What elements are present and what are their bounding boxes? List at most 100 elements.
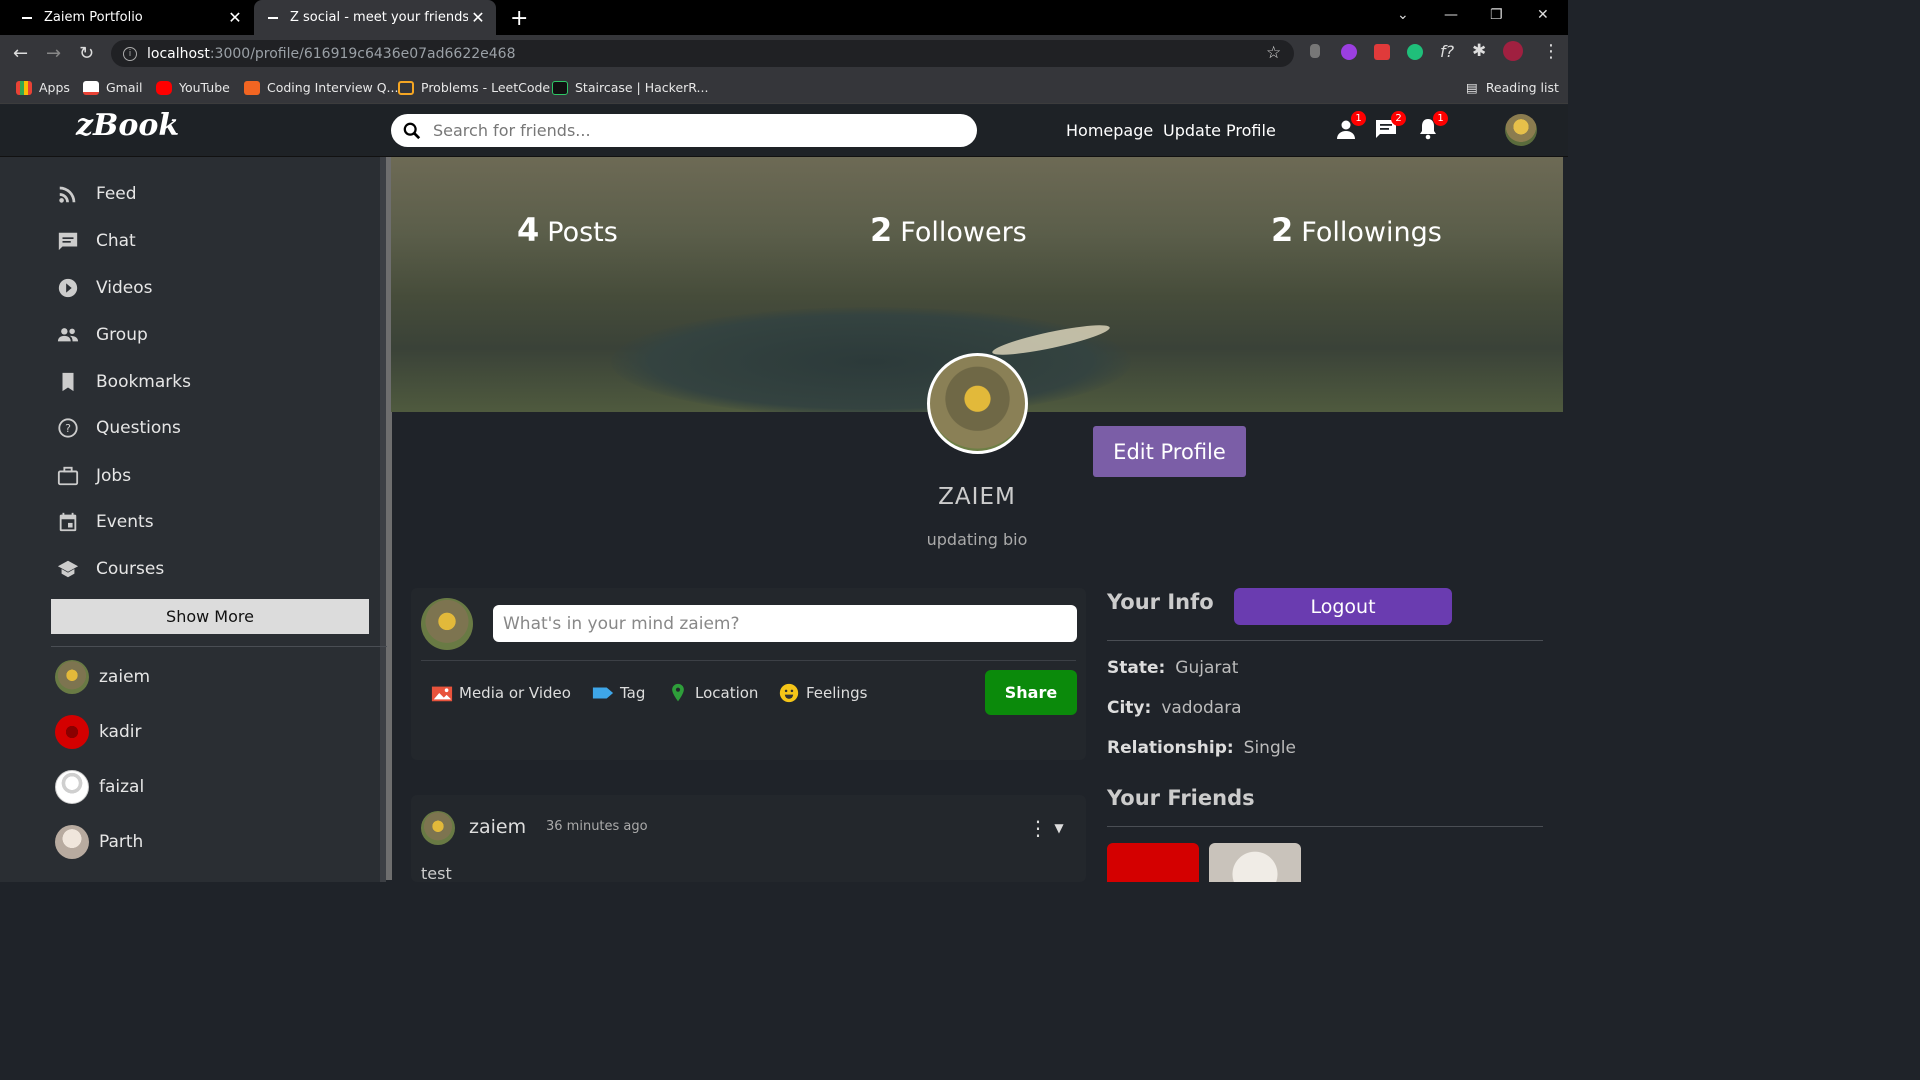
sidebar-item-events[interactable]: Events (57, 507, 154, 537)
friend-item-parth[interactable]: Parth (55, 825, 143, 859)
school-icon (57, 560, 79, 578)
site-info-icon[interactable]: i (123, 46, 137, 61)
gmail-icon (83, 80, 99, 95)
search-input[interactable] (431, 120, 951, 141)
sidebar-item-label: Feed (96, 184, 137, 204)
location-option[interactable]: Location (667, 681, 758, 705)
posts-number: 4 (517, 211, 540, 249)
bookmarks-bar: Apps Gmail YouTube Coding Interview Q...… (0, 71, 1568, 104)
post-avatar[interactable] (421, 811, 455, 845)
close-tab-icon[interactable]: ✕ (225, 8, 245, 27)
posts-count[interactable]: 4 Posts (517, 211, 618, 249)
extensions-puzzle-icon[interactable]: ✱ (1472, 41, 1486, 61)
profile-icon[interactable] (1503, 41, 1523, 61)
minimize-icon[interactable]: — (1444, 7, 1458, 23)
bookmark-coding-interview[interactable]: Coding Interview Q... (244, 71, 398, 104)
nav-homepage[interactable]: Homepage (1066, 121, 1153, 140)
messages-badge: 2 (1391, 111, 1406, 126)
media-option[interactable]: Media or Video (431, 681, 571, 705)
followers-count[interactable]: 2 Followers (870, 211, 1027, 249)
menu-icon[interactable]: ⋮ (1542, 41, 1560, 62)
composer-avatar (421, 598, 473, 650)
show-more-button[interactable]: Show More (51, 599, 369, 634)
friend-requests-button[interactable]: 1 (1334, 111, 1366, 143)
sidebar-item-chat[interactable]: Chat (57, 226, 136, 256)
friend-item-kadir[interactable]: kadir (55, 715, 141, 749)
url-host: localhost (147, 45, 210, 62)
address-bar[interactable]: i localhost :3000/profile/616919c6436e07… (111, 40, 1294, 67)
sidebar-item-questions[interactable]: ? Questions (57, 413, 181, 443)
hackerrank-icon (552, 80, 568, 95)
search-bar[interactable] (391, 114, 977, 147)
post-options-icon[interactable]: ⋮ ▼ (1028, 816, 1064, 840)
youtube-icon (156, 80, 172, 95)
new-tab-icon[interactable]: + (510, 6, 528, 31)
bookmark-gmail[interactable]: Gmail (83, 71, 142, 104)
extension-icon[interactable] (1407, 44, 1423, 60)
messages-button[interactable]: 2 (1374, 111, 1406, 143)
sidebar-item-courses[interactable]: Courses (57, 554, 164, 584)
extension-icon[interactable] (1341, 44, 1357, 60)
profile-picture[interactable] (927, 353, 1028, 454)
friend-thumbnail[interactable] (1107, 843, 1199, 882)
sidebar-item-jobs[interactable]: Jobs (57, 461, 131, 491)
profile-bio: updating bio (926, 530, 1028, 549)
close-tab-icon[interactable]: ✕ (468, 8, 488, 27)
caret-down-icon: ▼ (1054, 821, 1064, 835)
post-username[interactable]: zaiem (469, 816, 526, 838)
followers-label: Followers (900, 217, 1027, 248)
nav-update-profile[interactable]: Update Profile (1163, 121, 1276, 140)
sidebar-item-bookmarks[interactable]: Bookmarks (57, 367, 191, 397)
back-icon[interactable]: ← (13, 43, 28, 64)
friend-item-faizal[interactable]: faizal (55, 770, 144, 804)
sidebar-item-group[interactable]: Group (57, 320, 148, 350)
notifications-badge: 1 (1433, 111, 1448, 126)
reading-list[interactable]: ▤ Reading list (1466, 71, 1559, 104)
user-avatar[interactable] (1505, 114, 1537, 146)
friend-thumbnail[interactable] (1209, 843, 1301, 882)
tab-search-icon[interactable]: ⌄ (1397, 7, 1409, 23)
sidebar-item-label: Jobs (96, 466, 132, 486)
tab-title: Zaiem Portfolio (44, 10, 143, 25)
forward-icon[interactable]: → (46, 43, 61, 64)
bookmark-star-icon[interactable]: ☆ (1266, 43, 1281, 63)
bookmark-apps[interactable]: Apps (16, 71, 70, 104)
browser-tab-zsocial[interactable]: Z social - meet your friends online ✕ (254, 0, 496, 35)
info-relationship: Relationship: Single (1107, 738, 1296, 758)
rss-icon (59, 186, 76, 203)
bookmark-label: Staircase | HackerR... (575, 80, 709, 95)
friend-name: Parth (99, 832, 144, 852)
followers-number: 2 (870, 211, 893, 249)
share-button[interactable]: Share (985, 670, 1077, 715)
help-circle-icon: ? (58, 418, 78, 438)
extension-icon[interactable] (1374, 44, 1390, 60)
reload-icon[interactable]: ↻ (79, 43, 94, 64)
info-city: City: vadodara (1107, 698, 1242, 718)
sidebar-item-feed[interactable]: Feed (57, 179, 137, 209)
tag-option[interactable]: Tag (592, 681, 645, 705)
extension-icon[interactable]: f? (1440, 42, 1454, 61)
post-text: test (421, 864, 452, 883)
close-window-icon[interactable]: ✕ (1537, 7, 1549, 23)
app-logo[interactable]: zBook (76, 108, 179, 143)
browser-tab-portfolio[interactable]: Zaiem Portfolio ✕ (0, 0, 253, 35)
post-input[interactable] (493, 605, 1077, 642)
cover-lake (611, 307, 1131, 412)
notifications-button[interactable]: 1 (1416, 111, 1448, 143)
logout-button[interactable]: Logout (1234, 588, 1452, 625)
feelings-option[interactable]: Feelings (778, 681, 867, 705)
edit-profile-button[interactable]: Edit Profile (1093, 426, 1246, 477)
sidebar-item-videos[interactable]: Videos (57, 273, 153, 303)
bookmark-youtube[interactable]: YouTube (156, 71, 230, 104)
followings-count[interactable]: 2 Followings (1271, 211, 1442, 249)
search-icon (403, 122, 421, 139)
avatar (55, 770, 89, 804)
restore-icon[interactable]: ❐ (1490, 7, 1503, 23)
bookmark-leetcode[interactable]: Problems - LeetCode (398, 71, 550, 104)
extension-icon[interactable] (1310, 44, 1320, 58)
reading-list-icon: ▤ (1466, 80, 1478, 95)
reading-list-label: Reading list (1485, 80, 1559, 95)
friend-item-zaiem[interactable]: zaiem (55, 660, 150, 694)
post-timestamp: 36 minutes ago (546, 819, 648, 834)
bookmark-hackerrank[interactable]: Staircase | HackerR... (552, 71, 708, 104)
